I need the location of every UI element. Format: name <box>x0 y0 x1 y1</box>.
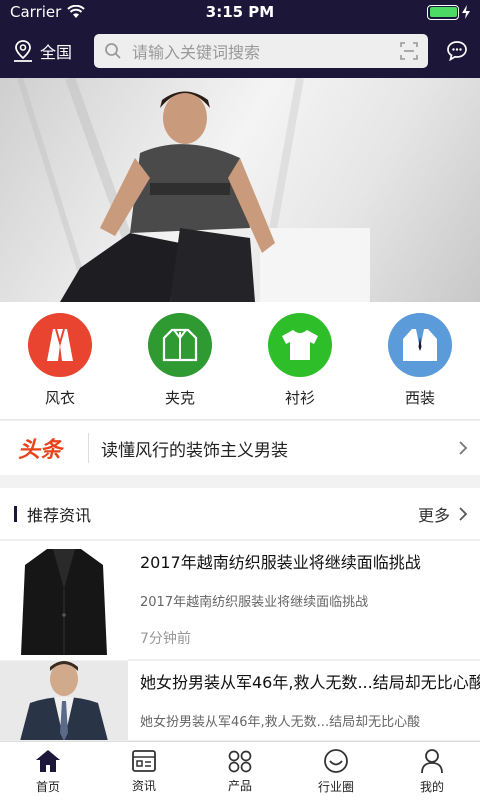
category-grid: 风衣 夹克 衬衫 西装 <box>0 302 480 420</box>
headline-bar[interactable]: 头条 读懂风行的装饰主义男装 <box>0 421 480 475</box>
news-time: 7分钟前 <box>140 631 191 647</box>
tab-label: 产品 <box>227 778 252 793</box>
bottom-tab-bar: 首页 资讯 产品 行业圈 我的 <box>0 741 480 800</box>
news-section-header: 推荐资讯 更多 <box>0 488 480 540</box>
wifi-icon <box>67 5 86 18</box>
tab-profile[interactable]: 我的 <box>384 742 480 800</box>
top-bar: Carrier 3:15 PM 全国 请输入关键词搜索 <box>0 0 480 78</box>
news-thumbnail <box>0 661 128 740</box>
banner-image <box>17 78 370 302</box>
section-marker <box>14 505 17 522</box>
category-label: 西装 <box>404 389 435 407</box>
news-title: 2017年越南纺织服装业将继续面临挑战 <box>140 553 421 572</box>
status-time: 3:15 PM <box>205 3 275 21</box>
chevron-right-icon <box>459 441 468 455</box>
category-label: 夹克 <box>164 389 195 407</box>
tab-label: 我的 <box>419 779 444 794</box>
section-title: 推荐资讯 <box>27 505 92 525</box>
location-label: 全国 <box>40 43 73 62</box>
category-icon-bg <box>268 313 332 377</box>
user-icon <box>421 748 443 773</box>
search-input[interactable]: 请输入关键词搜索 <box>94 34 428 68</box>
search-icon <box>105 43 121 59</box>
category-label: 衬衫 <box>284 389 315 407</box>
suit-portrait-image <box>20 661 108 740</box>
news-summary: 2017年越南纺织服装业将继续面临挑战 <box>140 595 369 610</box>
category-shirt[interactable]: 衬衫 <box>250 313 350 408</box>
search-placeholder: 请输入关键词搜索 <box>132 43 261 62</box>
category-icon-bg <box>28 313 92 377</box>
tab-industry-circle[interactable]: 行业圈 <box>288 742 384 800</box>
headline-text: 读懂风行的装饰主义男装 <box>101 440 288 461</box>
jacket-icon <box>162 328 198 362</box>
status-bar: Carrier 3:15 PM <box>0 0 480 24</box>
news-title: 她女扮男装从军46年,救人无数...结局却无比心酸 <box>140 673 480 692</box>
suit-icon <box>403 329 437 361</box>
category-icon-bg <box>388 313 452 377</box>
tab-label: 行业圈 <box>317 779 354 794</box>
headline-divider <box>88 433 89 463</box>
battery-icon <box>427 4 470 20</box>
app-header: 全国 请输入关键词搜索 <box>0 24 480 78</box>
shirt-icon <box>282 330 318 360</box>
location-selector[interactable]: 全国 <box>12 39 94 63</box>
chat-bubble-icon <box>447 41 467 62</box>
message-button[interactable] <box>428 40 468 62</box>
tab-label: 首页 <box>35 779 60 794</box>
tab-home[interactable]: 首页 <box>0 742 96 800</box>
location-pin-icon <box>14 40 32 62</box>
category-suit[interactable]: 西装 <box>370 313 470 408</box>
more-link[interactable]: 更多 <box>418 502 468 526</box>
news-thumbnail <box>0 541 128 660</box>
category-trench-coat[interactable]: 风衣 <box>10 313 110 408</box>
news-item[interactable]: 她女扮男装从军46年,救人无数...结局却无比心酸 她女扮男装从军46年,救人无… <box>0 661 480 741</box>
headline-tag: 头条 <box>18 438 63 463</box>
tab-news[interactable]: 资讯 <box>96 742 192 800</box>
promo-banner[interactable] <box>0 78 480 302</box>
category-jacket[interactable]: 夹克 <box>130 313 230 408</box>
blazer-image <box>21 548 107 655</box>
news-summary: 她女扮男装从军46年,救人无数...结局却无比心酸 <box>140 715 421 730</box>
home-icon <box>36 749 60 772</box>
category-label: 风衣 <box>44 389 75 407</box>
tab-products[interactable]: 产品 <box>192 742 288 800</box>
trench-coat-icon <box>47 328 73 361</box>
news-item[interactable]: 2017年越南纺织服装业将继续面临挑战 2017年越南纺织服装业将继续面临挑战 … <box>0 541 480 660</box>
news-icon <box>132 749 156 772</box>
more-label: 更多 <box>417 505 450 525</box>
tab-label: 资讯 <box>131 778 156 793</box>
grid-icon <box>228 750 252 772</box>
scan-icon[interactable] <box>400 42 418 60</box>
category-icon-bg <box>148 313 212 377</box>
smile-icon <box>324 748 348 773</box>
carrier-label: Carrier <box>10 3 62 21</box>
chevron-right-icon <box>459 506 468 521</box>
